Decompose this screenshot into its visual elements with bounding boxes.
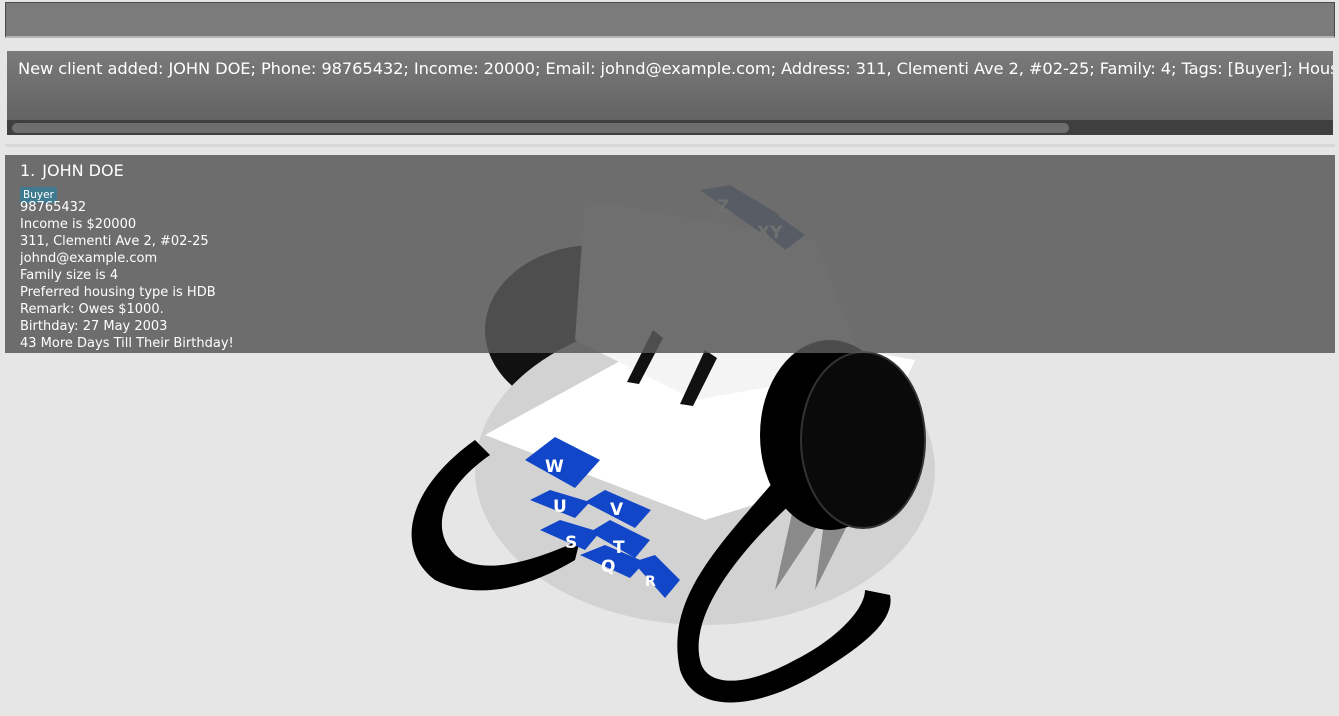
svg-text:V: V — [610, 500, 624, 520]
app-window: W U V S T Q R Z XY New client added: JOH… — [0, 0, 1339, 716]
client-list-panel: 1. JOHN DOE Buyer 98765432 Income is $20… — [5, 155, 1335, 353]
client-remark: Remark: Owes $1000. — [20, 302, 164, 317]
section-divider — [5, 144, 1335, 147]
svg-text:W: W — [545, 457, 564, 477]
client-name: JOHN DOE — [42, 161, 124, 180]
svg-text:Q: Q — [601, 557, 615, 577]
client-card-header: 1. JOHN DOE — [20, 161, 234, 181]
client-phone: 98765432 — [20, 200, 87, 215]
client-birthday: Birthday: 27 May 2003 — [20, 319, 168, 334]
svg-text:T: T — [613, 538, 625, 558]
client-income: Income is $20000 — [20, 217, 137, 232]
client-card[interactable]: 1. JOHN DOE Buyer 98765432 Income is $20… — [20, 161, 234, 352]
client-address: 311, Clementi Ave 2, #02-25 — [20, 234, 209, 249]
result-horizontal-scrollbar[interactable] — [7, 120, 1333, 135]
result-message: New client added: JOHN DOE; Phone: 98765… — [18, 59, 1333, 78]
svg-text:S: S — [565, 533, 577, 553]
client-birthday-countdown: 43 More Days Till Their Birthday! — [20, 336, 234, 351]
rolodex-knob-face — [800, 351, 926, 529]
client-tags: Buyer — [20, 183, 234, 203]
command-input[interactable] — [6, 3, 1334, 36]
svg-text:R: R — [645, 574, 656, 590]
client-housing-type: Preferred housing type is HDB — [20, 285, 216, 300]
client-family-size: Family size is 4 — [20, 268, 119, 283]
result-display: New client added: JOHN DOE; Phone: 98765… — [7, 51, 1333, 135]
result-scrollbar-thumb[interactable] — [12, 123, 1069, 133]
command-box[interactable] — [5, 2, 1335, 38]
client-email: johnd@example.com — [20, 251, 158, 266]
client-index: 1. — [20, 161, 36, 180]
svg-text:U: U — [553, 497, 567, 517]
